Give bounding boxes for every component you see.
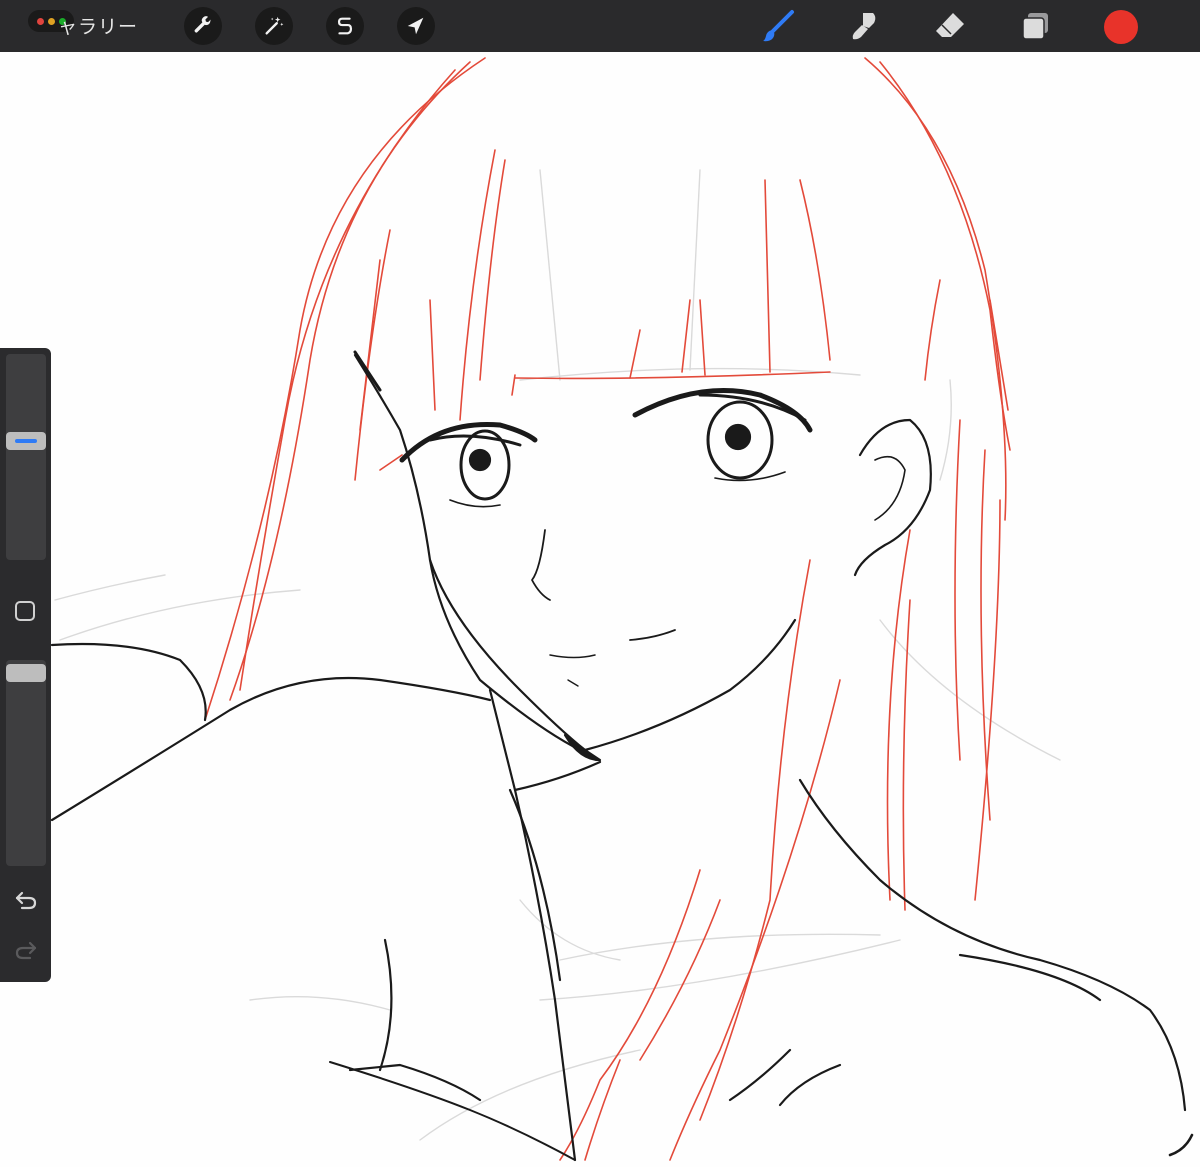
opacity-slider[interactable] <box>6 660 46 866</box>
ink-lines <box>50 350 1194 1162</box>
layers-icon <box>1022 13 1048 40</box>
close-dot-icon[interactable] <box>36 17 44 25</box>
minimize-dot-icon[interactable] <box>47 17 55 25</box>
top-toolbar: ャラリー <box>0 0 1200 52</box>
square-icon <box>15 601 35 621</box>
actions-button[interactable] <box>184 7 222 45</box>
eraser-tool-button[interactable] <box>932 8 968 44</box>
selection-s-icon <box>337 17 353 35</box>
redo-button[interactable] <box>12 938 40 962</box>
color-picker-button[interactable] <box>1104 10 1138 44</box>
redo-icon <box>15 941 37 960</box>
modify-button[interactable] <box>14 600 36 622</box>
eraser-icon <box>936 13 964 37</box>
size-indicator <box>15 439 37 443</box>
magic-wand-icon <box>265 16 284 35</box>
selection-button[interactable] <box>326 7 364 45</box>
undo-button[interactable] <box>12 888 40 912</box>
gallery-button[interactable]: ャラリー <box>58 12 138 39</box>
smudge-tool-button[interactable] <box>846 8 882 44</box>
drawing-canvas[interactable] <box>0 52 1200 1167</box>
brush-icon <box>763 10 794 42</box>
brush-size-slider[interactable] <box>6 354 46 560</box>
opacity-handle[interactable] <box>6 664 46 682</box>
smudge-icon <box>852 13 876 40</box>
arrow-cursor-icon <box>407 17 424 35</box>
brush-size-handle[interactable] <box>6 432 46 450</box>
wrench-icon <box>194 16 211 33</box>
brush-tool-button[interactable] <box>760 8 796 44</box>
sketch-artwork <box>50 57 1194 1162</box>
layers-button[interactable] <box>1018 8 1054 44</box>
faint-construction-lines <box>54 169 1061 1141</box>
undo-icon <box>15 891 37 910</box>
left-sidebar <box>0 348 51 982</box>
adjustments-button[interactable] <box>255 7 293 45</box>
transform-button[interactable] <box>397 7 435 45</box>
